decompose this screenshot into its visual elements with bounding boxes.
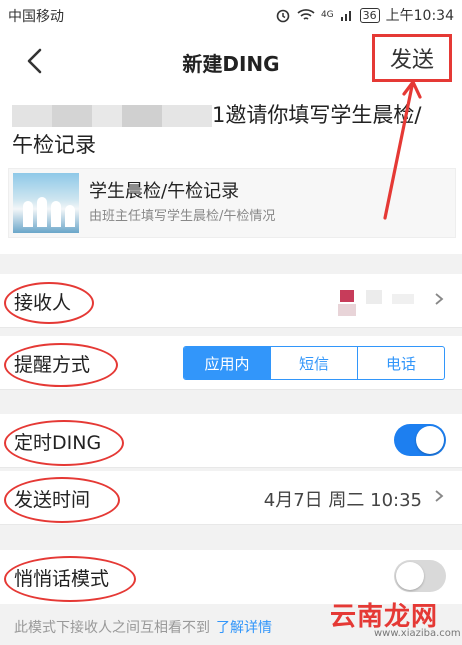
whisper-mode-note-text: 此模式下接收人之间互相看不到 xyxy=(14,620,210,636)
watermark-url: www.xiaziba.com xyxy=(374,628,461,639)
alarm-icon xyxy=(276,9,290,23)
blurred-recipient-avatars xyxy=(332,284,420,320)
battery-icon: 36 xyxy=(359,7,380,23)
network-type: 4G xyxy=(320,10,334,20)
clock: 上午10:34 xyxy=(385,8,454,24)
send-time-label: 发送时间 xyxy=(14,489,91,511)
whisper-mode-note: 此模式下接收人之间互相看不到 了解详情 xyxy=(14,617,272,637)
whisper-mode-label: 悄悄话模式 xyxy=(14,568,110,590)
invite-message: 1邀请你填写学生晨检/午检记录 xyxy=(12,100,442,160)
status-icons: 4G 36 上午10:34 xyxy=(275,5,454,25)
send-button[interactable]: 发送 xyxy=(372,34,452,82)
scheduled-ding-label: 定时DING xyxy=(14,432,102,454)
send-time-value: 4月7日 周二 10:35 xyxy=(263,490,422,511)
reminder-option-in-app[interactable]: 应用内 xyxy=(184,347,270,379)
form-card[interactable]: 学生晨检/午检记录 由班主任填写学生晨检/午检情况 xyxy=(8,168,456,238)
form-card-subtitle: 由班主任填写学生晨检/午检情况 xyxy=(89,209,276,224)
wifi-icon xyxy=(297,9,315,20)
chevron-right-icon xyxy=(435,490,444,502)
carrier-name: 中国移动 xyxy=(8,9,64,25)
recipient-row[interactable]: 接收人 xyxy=(0,274,462,328)
message-content: 1邀请你填写学生晨检/午检记录 学生晨检/午检记录 由班主任填写学生晨检/午检情… xyxy=(0,92,462,254)
reminder-option-phone[interactable]: 电话 xyxy=(357,347,444,379)
blurred-sender-name xyxy=(12,105,212,127)
status-bar: 中国移动 4G 36 上午10:34 xyxy=(0,0,462,30)
learn-more-link[interactable]: 了解详情 xyxy=(216,620,272,636)
reminder-label: 提醒方式 xyxy=(14,354,91,376)
toggle-knob xyxy=(416,426,444,454)
scheduled-ding-row: 定时DING xyxy=(0,414,462,468)
reminder-method-selector: 应用内 短信 电话 xyxy=(183,346,445,380)
chevron-right-icon xyxy=(435,293,444,305)
form-card-title: 学生晨检/午检记录 xyxy=(89,181,240,202)
scheduled-ding-toggle[interactable] xyxy=(394,424,446,456)
recipient-label: 接收人 xyxy=(14,292,72,314)
watermark: 云南龙网 www.xiaziba.com xyxy=(330,592,461,642)
nav-bar: 新建DING 发送 xyxy=(0,30,462,92)
reminder-row: 提醒方式 应用内 短信 电话 xyxy=(0,336,462,390)
reminder-option-sms[interactable]: 短信 xyxy=(270,347,357,379)
send-time-row[interactable]: 发送时间 4月7日 周二 10:35 xyxy=(0,471,462,525)
signal-icon xyxy=(340,11,351,21)
whisper-mode-toggle[interactable] xyxy=(394,560,446,592)
form-card-thumbnail xyxy=(13,173,79,233)
toggle-knob xyxy=(396,562,424,590)
